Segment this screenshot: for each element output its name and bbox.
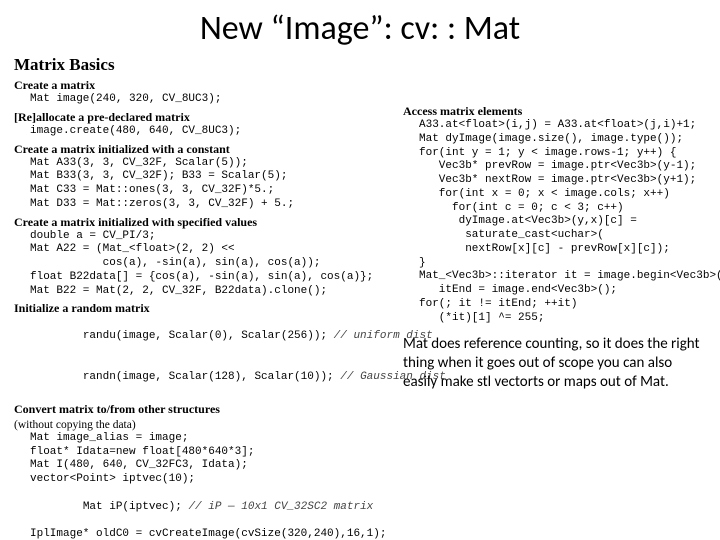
heading-reallocate: [Re]allocate a pre-declared matrix <box>14 110 389 125</box>
code-line: vector<Point> iptvec(10); <box>14 473 389 487</box>
code-line: IplImage* oldC0 = cvCreateImage(cvSize(3… <box>14 528 389 540</box>
heading-text: Convert matrix to/from other structures <box>14 402 220 416</box>
code-line: Mat B33(3, 3, CV_32F); B33 = Scalar(5); <box>14 170 389 184</box>
code-line: Mat image(240, 320, CV_8UC3); <box>14 93 389 107</box>
code-text: randn(image, Scalar(128), Scalar(10)); <box>83 371 340 383</box>
code-text: Mat iP(iptvec); <box>83 501 189 513</box>
code-line: Mat iP(iptvec); // iP — 10x1 CV_32SC2 ma… <box>14 487 389 528</box>
code-line: Mat B22 = Mat(2, 2, CV_32F, B22data).clo… <box>14 285 389 299</box>
slide: New “Image”: cv: : Mat Matrix Basics Cre… <box>0 0 720 540</box>
code-line: Mat A22 = (Mat_<float>(2, 2) << <box>14 243 389 257</box>
code-line: double a = CV_PI/3; <box>14 230 389 244</box>
code-line: randu(image, Scalar(0), Scalar(256)); //… <box>14 316 389 357</box>
code-line: itEnd = image.end<Vec3b>(); <box>403 284 708 298</box>
two-columns: Create a matrix Mat image(240, 320, CV_8… <box>14 75 706 540</box>
code-line: for(int c = 0; c < 3; c++) <box>403 202 708 216</box>
code-line: saturate_cast<uchar>( <box>403 229 708 243</box>
code-line: float* Idata=new float[480*640*3]; <box>14 446 389 460</box>
code-line: Mat_<Vec3b>::iterator it = image.begin<V… <box>403 270 708 284</box>
code-line: Mat I(480, 640, CV_32FC3, Idata); <box>14 459 389 473</box>
code-line: dyImage.at<Vec3b>(y,x)[c] = <box>403 215 708 229</box>
code-line: (*it)[1] ^= 255; <box>403 312 708 326</box>
right-column: Access matrix elements A33.at<float>(i,j… <box>403 75 708 540</box>
code-line: randn(image, Scalar(128), Scalar(10)); /… <box>14 358 389 399</box>
code-line: float B22data[] = {cos(a), -sin(a), sin(… <box>14 271 389 285</box>
code-line: Mat C33 = Mat::ones(3, 3, CV_32F)*5.; <box>14 184 389 198</box>
code-line: Mat dyImage(image.size(), image.type()); <box>403 133 708 147</box>
note-text: Mat does reference counting, so it does … <box>403 335 708 391</box>
heading-specified-values: Create a matrix initialized with specifi… <box>14 215 389 230</box>
heading-convert-structures: Convert matrix to/from other structures … <box>14 402 389 432</box>
heading-access-elements: Access matrix elements <box>403 104 708 119</box>
heading-sub: (without copying the data) <box>14 419 136 431</box>
code-line: cos(a), -sin(a), sin(a), cos(a)); <box>14 257 389 271</box>
code-line: for(int x = 0; x < image.cols; x++) <box>403 188 708 202</box>
code-comment: // iP — 10x1 CV_32SC2 matrix <box>188 501 373 513</box>
slide-title: New “Image”: cv: : Mat <box>14 8 706 49</box>
code-line: Mat D33 = Mat::zeros(3, 3, CV_32F) + 5.; <box>14 198 389 212</box>
code-line: image.create(480, 640, CV_8UC3); <box>14 125 389 139</box>
code-line: Mat A33(3, 3, CV_32F, Scalar(5)); <box>14 157 389 171</box>
code-line: for(; it != itEnd; ++it) <box>403 298 708 312</box>
heading-create-matrix: Create a matrix <box>14 78 389 93</box>
left-column: Create a matrix Mat image(240, 320, CV_8… <box>14 75 389 540</box>
code-line: Vec3b* prevRow = image.ptr<Vec3b>(y-1); <box>403 160 708 174</box>
code-line: } <box>403 257 708 271</box>
code-line: Vec3b* nextRow = image.ptr<Vec3b>(y+1); <box>403 174 708 188</box>
code-line: nextRow[x][c] - prevRow[x][c]); <box>403 243 708 257</box>
code-text: randu(image, Scalar(0), Scalar(256)); <box>83 330 334 342</box>
heading-random-matrix: Initialize a random matrix <box>14 301 389 316</box>
section-title: Matrix Basics <box>14 55 706 75</box>
code-line: Mat image_alias = image; <box>14 432 389 446</box>
code-line: for(int y = 1; y < image.rows-1; y++) { <box>403 147 708 161</box>
code-line: A33.at<float>(i,j) = A33.at<float>(j,i)+… <box>403 119 708 133</box>
heading-constant-init: Create a matrix initialized with a const… <box>14 142 389 157</box>
